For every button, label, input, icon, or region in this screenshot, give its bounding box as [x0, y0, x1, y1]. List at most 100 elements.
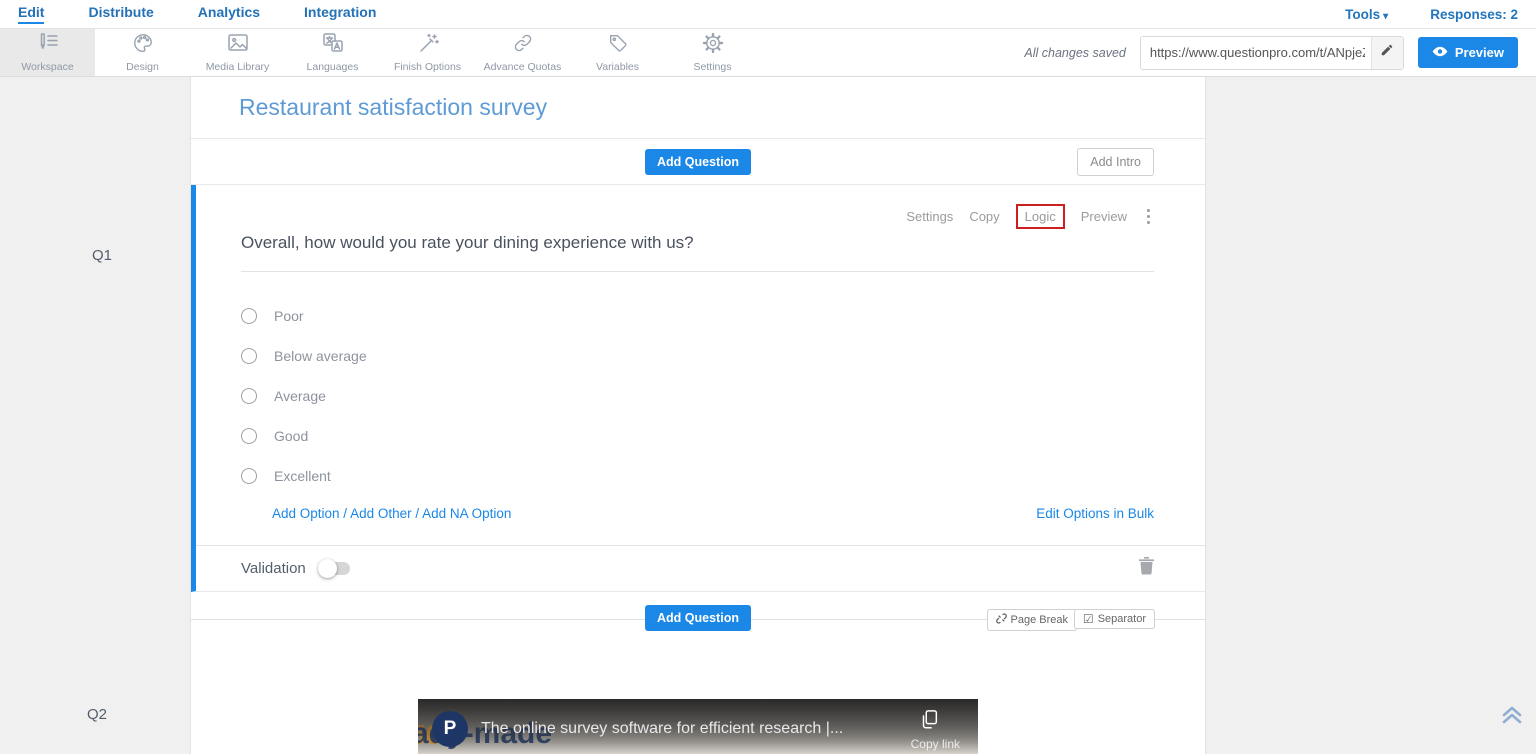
video-title[interactable]: The online survey software for efficient…: [481, 720, 843, 738]
video-question-q2[interactable]: 50 ady-made P The online survey software…: [418, 699, 978, 754]
link-separator: /: [412, 506, 423, 521]
more-options-icon[interactable]: [1143, 207, 1154, 226]
question-actions: Settings Copy Logic Preview: [241, 205, 1154, 227]
pencil-list-icon: [36, 32, 60, 59]
toolbar-label: Media Library: [206, 61, 270, 73]
toolbar-item-languages[interactable]: Languages: [285, 29, 380, 76]
add-na-option-link[interactable]: Add NA Option: [422, 506, 511, 521]
survey-editor-column: Restaurant satisfaction survey Add Quest…: [190, 77, 1206, 754]
radio-button[interactable]: [241, 348, 257, 364]
add-intro-button[interactable]: Add Intro: [1077, 148, 1154, 176]
radio-button[interactable]: [241, 308, 257, 324]
nav-edit[interactable]: Edit: [18, 4, 44, 24]
toolbar-label: Variables: [596, 61, 639, 73]
edit-url-button[interactable]: [1371, 37, 1403, 69]
chevron-down-icon: ▾: [1383, 11, 1388, 22]
option-row: Good: [241, 416, 1154, 456]
trash-icon: [1139, 562, 1154, 579]
option-label[interactable]: Average: [274, 388, 326, 404]
radio-button[interactable]: [241, 468, 257, 484]
answer-options-list: Poor Below average Average Good Excellen…: [241, 296, 1154, 496]
option-row: Poor: [241, 296, 1154, 336]
chain-link-icon: [511, 32, 535, 59]
option-label[interactable]: Poor: [274, 308, 304, 324]
tools-menu[interactable]: Tools▾: [1345, 7, 1388, 22]
double-chevron-up-icon: [1500, 714, 1524, 731]
question-number-q2: Q2: [87, 706, 107, 723]
page-break-label: Page Break: [1011, 614, 1068, 626]
radio-button[interactable]: [241, 428, 257, 444]
validation-toggle[interactable]: [320, 562, 350, 575]
toolbar-item-design[interactable]: Design: [95, 29, 190, 76]
toolbar-label: Settings: [694, 61, 732, 73]
gear-icon: [701, 32, 725, 59]
scroll-to-top-button[interactable]: [1500, 703, 1524, 732]
translate-icon: [321, 32, 345, 59]
save-status: All changes saved: [1024, 46, 1125, 60]
image-icon: [226, 32, 250, 59]
add-other-link[interactable]: Add Other: [350, 506, 412, 521]
preview-label: Preview: [1455, 45, 1504, 60]
add-option-link[interactable]: Add Option: [272, 506, 340, 521]
toolbar-item-variables[interactable]: Variables: [570, 29, 665, 76]
question-logic-action[interactable]: Logic: [1016, 204, 1065, 229]
add-question-button-between[interactable]: Add Question: [645, 605, 751, 631]
option-label[interactable]: Below average: [274, 348, 367, 364]
pencil-icon: [1380, 43, 1394, 62]
broken-link-icon: [996, 613, 1007, 627]
toolbar-item-media-library[interactable]: Media Library: [190, 29, 285, 76]
copy-link-label[interactable]: Copy link: [911, 737, 960, 751]
palette-icon: [131, 32, 155, 59]
toolbar-label: Languages: [307, 61, 359, 73]
nav-analytics[interactable]: Analytics: [198, 4, 260, 24]
survey-title-block: Restaurant satisfaction survey: [191, 77, 1205, 139]
toolbar-label: Design: [126, 61, 159, 73]
question-preview-action[interactable]: Preview: [1081, 209, 1127, 224]
survey-title[interactable]: Restaurant satisfaction survey: [239, 94, 547, 121]
option-label[interactable]: Good: [274, 428, 308, 444]
question-settings-action[interactable]: Settings: [906, 209, 953, 224]
questionpro-logo[interactable]: P: [432, 711, 468, 747]
responses-link[interactable]: Responses: 2: [1430, 7, 1518, 22]
delete-question-button[interactable]: [1139, 557, 1154, 580]
toolbar-item-workspace[interactable]: Workspace: [0, 29, 95, 76]
add-question-button-top[interactable]: Add Question: [645, 149, 751, 175]
toolbar-item-finish-options[interactable]: Finish Options: [380, 29, 475, 76]
option-links-row: Add Option / Add Other / Add NA Option E…: [241, 506, 1154, 521]
question-copy-action[interactable]: Copy: [969, 209, 999, 224]
add-question-row-between: Add Question Page Break ☑ Separator: [191, 592, 1205, 645]
toolbar-label: Workspace: [21, 61, 73, 73]
separator-button[interactable]: ☑ Separator: [1074, 609, 1155, 629]
toolbar-label: Finish Options: [394, 61, 461, 73]
survey-url-input[interactable]: [1141, 37, 1371, 69]
question-text[interactable]: Overall, how would you rate your dining …: [241, 233, 1154, 272]
option-row: Average: [241, 376, 1154, 416]
add-question-row-top: Add Question Add Intro: [191, 139, 1205, 185]
copy-link-button[interactable]: [918, 708, 940, 737]
option-row: Below average: [241, 336, 1154, 376]
page-break-button[interactable]: Page Break: [987, 609, 1077, 631]
preview-button[interactable]: Preview: [1418, 37, 1518, 68]
option-label[interactable]: Excellent: [274, 468, 331, 484]
validation-row: Validation: [196, 545, 1205, 591]
edit-options-in-bulk-link[interactable]: Edit Options in Bulk: [1036, 506, 1154, 521]
magic-wand-icon: [416, 32, 440, 59]
top-nav: Edit Distribute Analytics Integration To…: [0, 0, 1536, 29]
nav-integration[interactable]: Integration: [304, 4, 376, 24]
nav-distribute[interactable]: Distribute: [88, 4, 153, 24]
copy-icon: [918, 719, 940, 736]
radio-button[interactable]: [241, 388, 257, 404]
question-card-q1: Settings Copy Logic Preview Overall, how…: [191, 185, 1205, 592]
add-option-links: Add Option / Add Other / Add NA Option: [241, 506, 511, 521]
separator-label: Separator: [1098, 613, 1146, 625]
toolbar-item-settings[interactable]: Settings: [665, 29, 760, 76]
eye-icon: [1432, 45, 1448, 60]
top-nav-right: Tools▾ Responses: 2: [1345, 7, 1518, 22]
option-row: Excellent: [241, 456, 1154, 496]
toolbar-item-advance-quotas[interactable]: Advance Quotas: [475, 29, 570, 76]
top-nav-links: Edit Distribute Analytics Integration: [18, 4, 376, 24]
link-separator: /: [340, 506, 351, 521]
toggle-knob: [318, 559, 337, 578]
validation-label: Validation: [241, 560, 306, 577]
checkbox-icon: ☑: [1083, 613, 1094, 625]
